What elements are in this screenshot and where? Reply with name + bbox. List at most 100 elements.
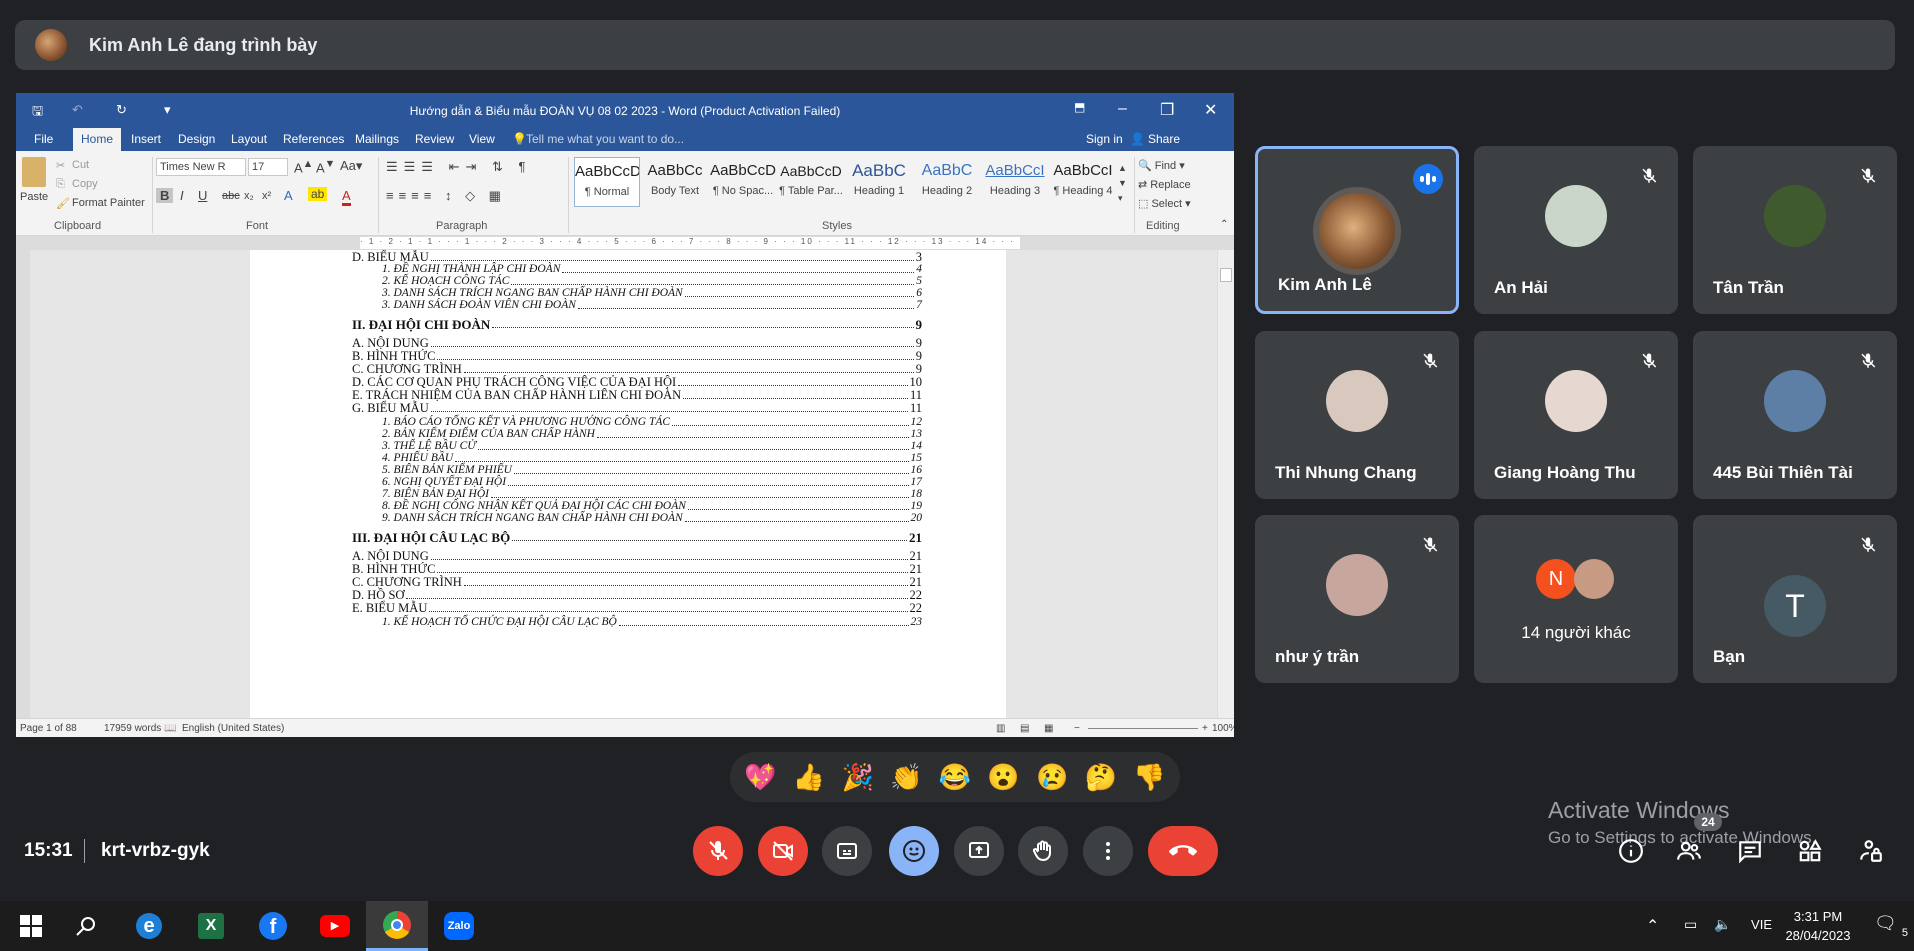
microphone-toggle-button[interactable] <box>693 826 743 876</box>
replace-button[interactable]: ⇄ Replace <box>1138 178 1191 191</box>
participant-tile[interactable]: Giang Hoàng Thu <box>1474 331 1678 499</box>
style-heading-4[interactable]: AaBbCcI ¶ Heading 4 <box>1050 157 1116 207</box>
participant-tile[interactable]: Kim Anh Lê <box>1255 146 1459 314</box>
tab-home[interactable]: Home <box>73 128 122 151</box>
list-icons[interactable]: ☰☰☰ ⇤⇥ ⇅ ¶ <box>386 159 531 175</box>
style-heading-2[interactable]: AaBbC Heading 2 <box>914 157 980 207</box>
tab-design[interactable]: Design <box>178 132 215 146</box>
battery-icon[interactable]: ▭ <box>1684 916 1708 933</box>
sign-in-link[interactable]: Sign in <box>1086 132 1123 146</box>
tab-layout[interactable]: Layout <box>231 132 267 146</box>
edge-app[interactable]: e <box>118 901 180 951</box>
activities-button[interactable] <box>1795 836 1825 866</box>
reactions-button[interactable] <box>889 826 939 876</box>
tab-view[interactable]: View <box>469 132 495 146</box>
font-color-icon[interactable]: A <box>342 188 351 206</box>
host-controls-button[interactable] <box>1856 836 1886 866</box>
input-language[interactable]: VIE <box>1751 917 1772 932</box>
taskbar-search-button[interactable] <box>55 901 117 951</box>
reaction-emoji-button[interactable]: 😢 <box>1032 762 1072 793</box>
tab-file[interactable]: File <box>34 132 53 146</box>
reaction-emoji-button[interactable]: 🤔 <box>1081 762 1121 793</box>
reaction-emoji-button[interactable]: 🎉 <box>838 762 878 793</box>
participant-tile[interactable]: Thi Nhung Chang <box>1255 331 1459 499</box>
copy-button[interactable]: Copy <box>72 178 98 190</box>
font-size-select[interactable]: 17 <box>248 158 288 176</box>
style-table-paragraph[interactable]: AaBbCcD ¶ Table Par... <box>778 157 844 207</box>
print-layout-icon[interactable]: ▤ <box>1020 723 1029 734</box>
people-button[interactable] <box>1674 836 1704 866</box>
restore-icon[interactable]: ❐ <box>1160 100 1174 120</box>
reaction-emoji-button[interactable]: 💖 <box>740 762 780 793</box>
style-normal[interactable]: AaBbCcD ¶ Normal <box>574 157 640 207</box>
style-no-spacing[interactable]: AaBbCcD ¶ No Spac... <box>710 157 776 207</box>
zalo-app[interactable]: Zalo <box>428 901 490 951</box>
toc-entry[interactable]: 1. KẾ HOẠCH TỔ CHỨC ĐẠI HỘI CÂU LẠC BỘ 23 <box>382 615 922 630</box>
chrome-app[interactable] <box>366 901 428 951</box>
zoom-level[interactable]: 100% <box>1212 723 1234 734</box>
camera-toggle-button[interactable] <box>758 826 808 876</box>
leave-call-button[interactable] <box>1148 826 1218 876</box>
tell-me-box[interactable]: Tell me what you want to do... <box>526 132 684 146</box>
change-case-icon[interactable]: Aa▾ <box>340 158 362 174</box>
paste-icon[interactable] <box>22 157 46 187</box>
style-body-text[interactable]: AaBbCc Body Text <box>642 157 708 207</box>
tab-review[interactable]: Review <box>415 132 454 146</box>
highlight-icon[interactable]: ab <box>308 187 328 201</box>
bold-icon[interactable]: B <box>156 188 174 203</box>
format-painter-button[interactable]: Format Painter <box>72 197 145 209</box>
facebook-app[interactable]: f <box>242 901 304 951</box>
alignment-icons[interactable]: ≡≡≡≡ ↕ ◇ ▦ <box>386 188 506 204</box>
start-button[interactable] <box>0 901 62 951</box>
raise-hand-button[interactable] <box>1018 826 1068 876</box>
toc-entry[interactable]: 3. DANH SÁCH ĐOÀN VIÊN CHI ĐOÀN 7 <box>382 298 922 313</box>
volume-icon[interactable]: 🔈 <box>1714 916 1736 933</box>
youtube-app[interactable]: ▶ <box>304 901 366 951</box>
font-name-select[interactable]: Times New R <box>156 158 246 176</box>
meeting-details-button[interactable] <box>1616 836 1646 866</box>
italic-icon[interactable]: I <box>180 188 184 203</box>
document-area[interactable]: D. BIỂU MẪU 3 1. ĐỀ NGHỊ THÀNH LẬP CHI ĐOÀ… <box>16 250 1234 726</box>
style-heading-3[interactable]: AaBbCcI Heading 3 <box>982 157 1048 207</box>
web-layout-icon[interactable]: ▦ <box>1044 723 1053 734</box>
subscript-icon[interactable]: x₂ <box>244 190 254 202</box>
ribbon-display-icon[interactable]: ⬒ <box>1074 100 1085 114</box>
toc-entry[interactable]: 9. DANH SÁCH TRÍCH NGANG BAN CHẤP HÀNH C… <box>382 511 922 526</box>
reaction-emoji-button[interactable]: 😂 <box>935 762 975 793</box>
underline-icon[interactable]: U <box>198 188 207 203</box>
document-page[interactable]: D. BIỂU MẪU 3 1. ĐỀ NGHỊ THÀNH LẬP CHI ĐOÀ… <box>250 250 1006 726</box>
participant-tile[interactable]: Tân Trần <box>1693 146 1897 314</box>
styles-scroll-icon[interactable]: ▲ ▼ ▾ <box>1118 161 1127 206</box>
chat-button[interactable] <box>1735 836 1765 866</box>
participant-tile[interactable]: T Bạn <box>1693 515 1897 683</box>
present-screen-button[interactable] <box>954 826 1004 876</box>
grow-font-icon[interactable]: A▲ <box>294 158 313 175</box>
select-button[interactable]: ⬚ Select ▾ <box>1138 197 1191 210</box>
tab-insert[interactable]: Insert <box>131 132 161 146</box>
close-icon[interactable]: ✕ <box>1204 100 1217 120</box>
text-effects-icon[interactable]: A <box>284 188 293 203</box>
toc-entry[interactable]: II. ĐẠI HỘI CHI ĐOÀN 9 <box>352 317 922 332</box>
minimize-icon[interactable]: – <box>1118 100 1127 118</box>
vertical-scrollbar[interactable] <box>1217 250 1234 726</box>
read-mode-icon[interactable]: ▥ <box>996 723 1005 734</box>
participant-tile[interactable]: An Hải <box>1474 146 1678 314</box>
chevron-up-icon[interactable]: ⌃ <box>1646 916 1676 936</box>
reaction-emoji-button[interactable]: 👎 <box>1130 762 1170 793</box>
shrink-font-icon[interactable]: A▼ <box>316 158 335 175</box>
find-button[interactable]: 🔍 Find ▾ <box>1138 159 1185 172</box>
cut-button[interactable]: Cut <box>72 159 89 171</box>
more-options-button[interactable] <box>1083 826 1133 876</box>
participant-tile[interactable]: như ý trần <box>1255 515 1459 683</box>
strikethrough-icon[interactable]: abc <box>222 190 240 202</box>
toc-entry[interactable]: III. ĐẠI HỘI CÂU LẠC BỘ 21 <box>352 530 922 545</box>
zoom-in-icon[interactable]: + <box>1202 723 1208 734</box>
paste-button[interactable]: Paste <box>20 191 48 203</box>
participant-tile[interactable]: N 14 người khác <box>1474 515 1678 683</box>
reaction-emoji-button[interactable]: 👏 <box>886 762 926 793</box>
tab-mailings[interactable]: Mailings <box>355 132 399 146</box>
toc-entry[interactable]: G. BIỂU MẪU 11 <box>352 401 922 416</box>
captions-button[interactable] <box>822 826 872 876</box>
tab-references[interactable]: References <box>283 132 344 146</box>
style-heading-1[interactable]: AaBbC Heading 1 <box>846 157 912 207</box>
